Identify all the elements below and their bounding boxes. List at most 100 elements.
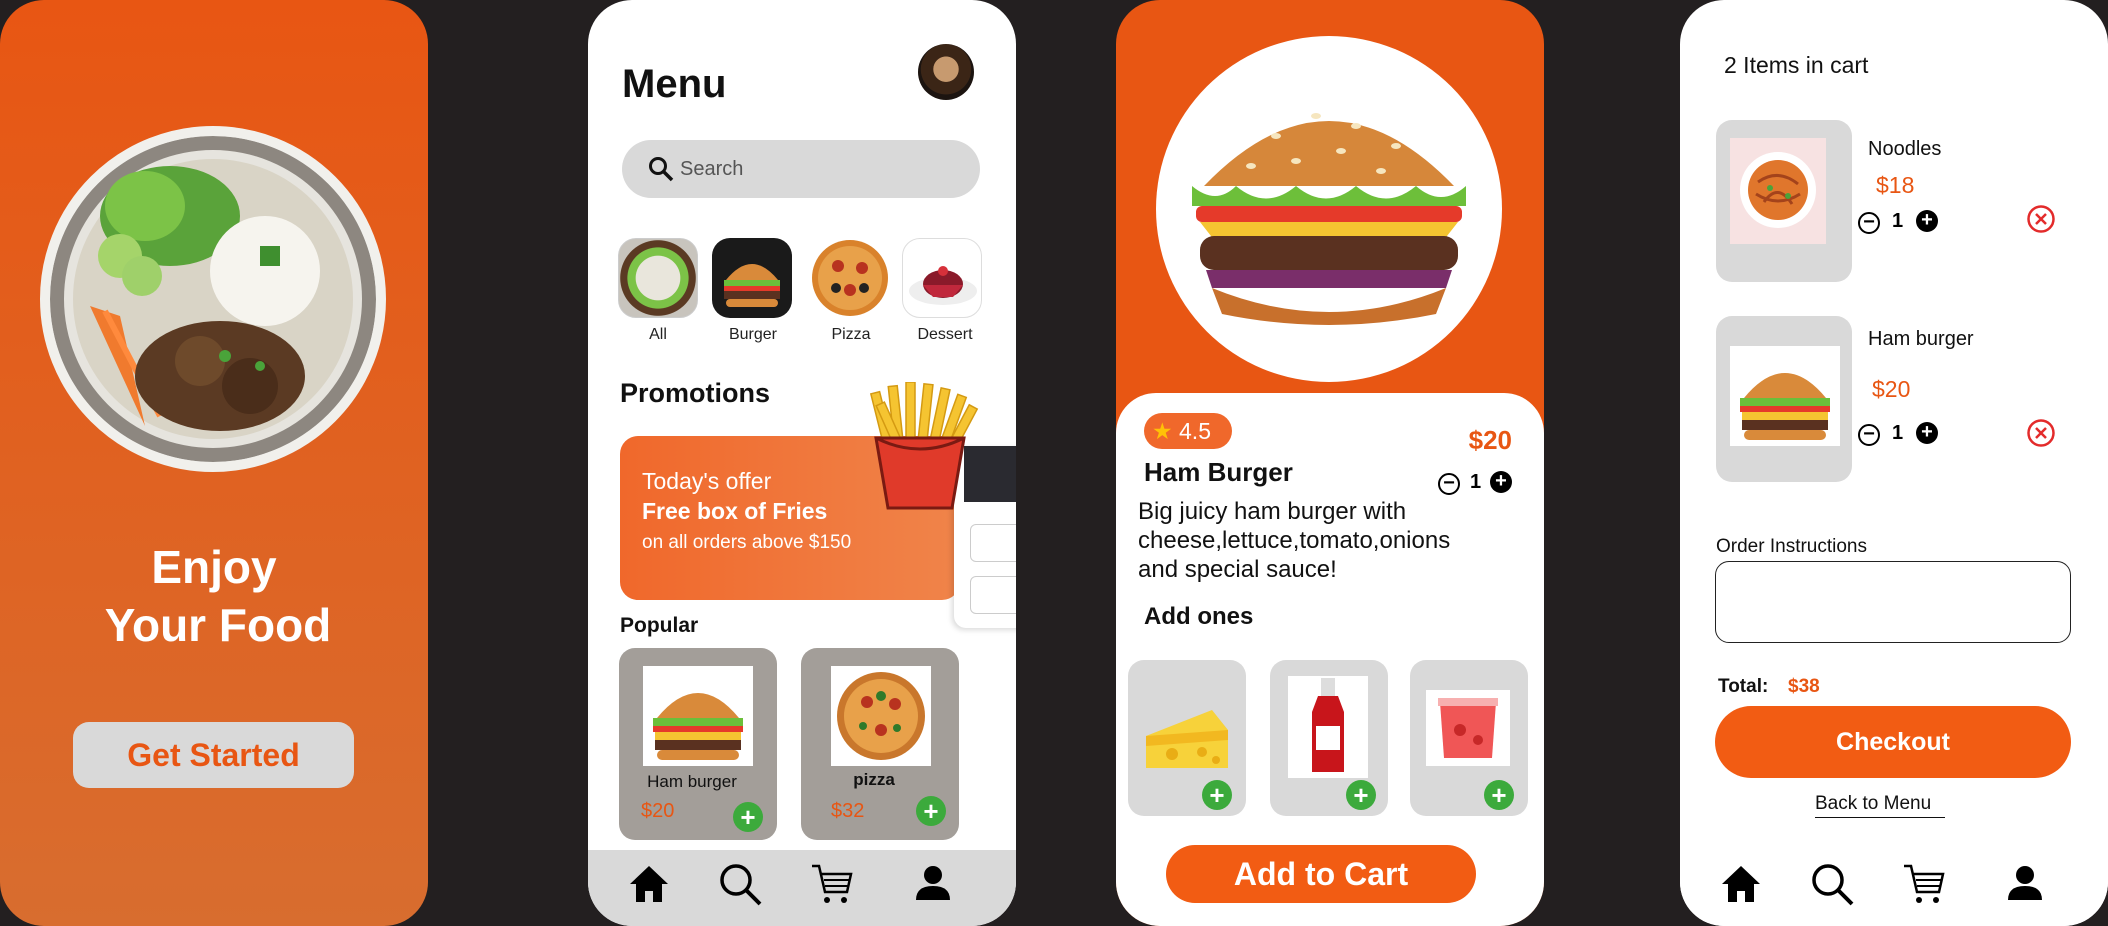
popular-card-pizza[interactable]: pizza $32 +	[801, 648, 959, 840]
category-label: All	[649, 326, 667, 343]
search-icon[interactable]	[1810, 862, 1854, 906]
cart-icon[interactable]	[1902, 862, 1946, 906]
sauce-image	[1426, 690, 1510, 766]
bottom-nav	[1680, 850, 2108, 926]
category-dessert[interactable]: Dessert	[902, 238, 988, 344]
total-label: Total:	[1718, 676, 1769, 697]
fries-image	[869, 382, 979, 510]
avatar[interactable]	[918, 44, 974, 100]
promo-line2: Free box of Fries	[642, 498, 828, 524]
cart-item-name: Noodles	[1868, 138, 1942, 160]
category-list: All Burger Pizza Dessert	[618, 238, 1016, 348]
decrease-button[interactable]: −	[1858, 212, 1880, 234]
star-icon: ★	[1152, 418, 1173, 444]
popular-price: $20	[641, 800, 675, 822]
quantity-stepper: − 1 +	[1438, 471, 1518, 495]
profile-icon[interactable]	[914, 864, 952, 902]
add-button[interactable]: +	[1484, 780, 1514, 810]
promo-line3: on all orders above $150	[642, 532, 852, 553]
popular-name: pizza	[853, 770, 895, 789]
category-label: Dessert	[917, 326, 973, 343]
add-button[interactable]: +	[1346, 780, 1376, 810]
page-title: Menu	[622, 62, 727, 106]
back-to-menu-link[interactable]: Back to Menu	[1815, 793, 1946, 818]
increase-button[interactable]: +	[1916, 210, 1938, 232]
search-placeholder: Search	[680, 158, 744, 180]
home-icon[interactable]	[1720, 864, 1762, 904]
total-value: $38	[1788, 676, 1820, 697]
category-label: Burger	[728, 326, 778, 343]
add-button[interactable]: +	[1202, 780, 1232, 810]
category-pizza[interactable]: Pizza	[810, 238, 892, 344]
burger-thumb	[643, 666, 753, 766]
cheese-image	[1146, 710, 1228, 768]
search-bar[interactable]: Search	[622, 140, 980, 198]
addon-ketchup[interactable]: +	[1270, 660, 1388, 816]
detail-name: Ham Burger	[1144, 457, 1293, 487]
popular-price: $32	[831, 800, 865, 822]
home-icon[interactable]	[628, 864, 670, 904]
detail-card: ★ 4.5 $20 Ham Burger − 1 + Big juicy ham…	[1116, 393, 1544, 926]
increase-button[interactable]: +	[1490, 471, 1512, 493]
pizza-thumb	[831, 666, 931, 766]
welcome-title: Enjoy Your Food	[0, 538, 428, 654]
decrease-button[interactable]: −	[1438, 473, 1460, 495]
burger-hero-image	[1156, 36, 1502, 382]
promotions-heading: Promotions	[620, 378, 771, 408]
category-burger-image	[712, 238, 792, 318]
decrease-button[interactable]: −	[1858, 424, 1880, 446]
add-button[interactable]: +	[733, 802, 763, 832]
add-to-cart-label: Add to Cart	[1233, 856, 1409, 892]
cart-item: Ham burger $20 − 1 +	[1680, 316, 2108, 484]
quantity-value: 1	[1892, 422, 1904, 444]
popular-name: Ham burger	[647, 772, 737, 791]
cart-item-price: $20	[1872, 376, 1911, 402]
increase-button[interactable]: +	[1916, 422, 1938, 444]
salad-plate-image	[40, 126, 386, 472]
checkout-button[interactable]: Checkout	[1715, 706, 2071, 778]
burger-thumb	[1716, 316, 1852, 482]
cart-item-name: Ham burger	[1868, 328, 1974, 350]
detail-screen: ★ 4.5 $20 Ham Burger − 1 + Big juicy ham…	[1116, 0, 1544, 926]
popular-card-burger[interactable]: Ham burger $20 +	[619, 648, 777, 840]
cart-icon[interactable]	[810, 862, 854, 906]
add-button[interactable]: +	[916, 796, 946, 826]
ketchup-image	[1288, 676, 1368, 778]
cart-screen: 2 Items in cart Noodles $18 − 1 + Ham bu…	[1680, 0, 2108, 926]
category-dessert-image	[902, 238, 982, 318]
popular-heading: Popular	[620, 614, 699, 637]
addon-cheese[interactable]: +	[1128, 660, 1246, 816]
rating-value: 4.5	[1179, 418, 1211, 444]
category-pizza-image	[810, 238, 890, 318]
profile-icon[interactable]	[2006, 864, 2044, 902]
cart-title: 2 Items in cart	[1724, 52, 1869, 78]
checkout-label: Checkout	[1836, 728, 1950, 756]
remove-icon[interactable]	[2026, 418, 2056, 448]
addons-heading: Add ones	[1144, 603, 1254, 630]
detail-price: $20	[1468, 425, 1512, 455]
promo-line1: Today's offer	[642, 468, 772, 494]
cart-item: Noodles $18 − 1 +	[1680, 118, 2108, 283]
welcome-screen: Enjoy Your Food Get Started	[0, 0, 428, 926]
addon-sauce[interactable]: +	[1410, 660, 1528, 816]
instructions-field[interactable]	[1715, 561, 2071, 643]
welcome-title-line1: Enjoy	[151, 541, 277, 593]
quantity-value: 1	[1892, 210, 1904, 232]
search-icon	[649, 157, 674, 182]
category-all[interactable]: All	[618, 238, 698, 344]
get-started-button[interactable]: Get Started	[73, 722, 354, 788]
remove-icon[interactable]	[2026, 204, 2056, 234]
quantity-stepper: − 1 +	[1858, 422, 1948, 448]
category-label: Pizza	[831, 326, 871, 343]
quantity-value: 1	[1470, 471, 1482, 493]
get-started-label: Get Started	[127, 737, 300, 773]
cart-item-price: $18	[1876, 172, 1915, 198]
welcome-title-line2: Your Food	[104, 599, 332, 651]
noodles-thumb	[1716, 120, 1852, 282]
add-to-cart-button[interactable]: Add to Cart	[1166, 845, 1476, 903]
search-icon[interactable]	[718, 862, 762, 906]
bottom-nav	[588, 850, 1016, 926]
category-burger[interactable]: Burger	[712, 238, 794, 344]
instructions-label: Order Instructions	[1716, 536, 1867, 557]
rating-badge: ★ 4.5	[1144, 413, 1232, 449]
